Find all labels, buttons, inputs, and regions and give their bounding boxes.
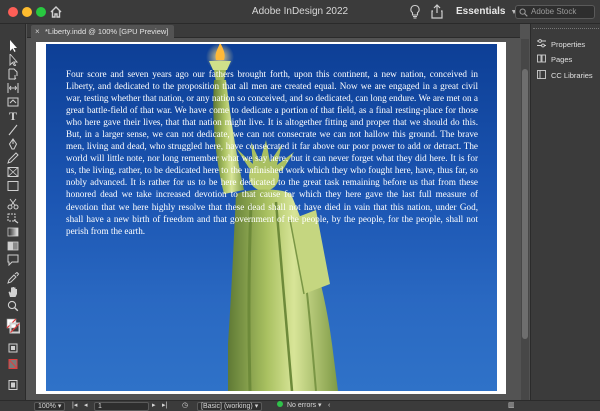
panel-cc-libraries[interactable]: CC Libraries	[537, 70, 593, 82]
line-tool-icon[interactable]	[6, 124, 20, 136]
gap-tool-icon[interactable]	[6, 82, 20, 94]
scrollbar-thumb[interactable]	[522, 69, 528, 339]
preflight-status-label: No errors	[287, 402, 317, 409]
direct-selection-tool-icon[interactable]	[6, 54, 20, 66]
document-tab-bar: × *Liberty.indd @ 100% [GPU Preview]	[27, 24, 520, 38]
search-placeholder: Adobe Stock	[531, 7, 577, 16]
cc-libraries-icon	[537, 70, 546, 79]
content-collector-tool-icon[interactable]	[6, 96, 20, 108]
gradient-swatch-tool-icon[interactable]	[6, 226, 20, 238]
vertical-scrollbar[interactable]	[521, 39, 529, 400]
preflight-options-icon[interactable]: ▾	[318, 401, 322, 411]
rectangle-tool-icon[interactable]	[6, 180, 20, 192]
page-tool-icon[interactable]	[6, 68, 20, 80]
zoom-level-value: 100%	[38, 403, 56, 410]
next-page-icon[interactable]: ▸	[152, 401, 156, 411]
normal-mode-button[interactable]	[6, 358, 20, 370]
page-number-field[interactable]: 1	[94, 402, 149, 411]
preflight-status[interactable]: No errors	[277, 401, 316, 411]
preflight-profile-value: [Basic] (working)	[201, 403, 253, 410]
pen-tool-icon[interactable]	[6, 138, 20, 150]
selection-tool-icon[interactable]	[6, 40, 20, 52]
zoom-level-field[interactable]: 100% ▾	[34, 402, 66, 411]
statue-of-liberty-image[interactable]: Four score and seven years ago our fathe…	[46, 44, 497, 391]
document-tab-label: *Liberty.indd @ 100% [GPU Preview]	[45, 27, 169, 36]
status-bar: 100% ▾ |◂ ◂ 1 ▸ ▸| ◷ [Basic] (working) ▾…	[0, 400, 600, 411]
adobe-stock-search[interactable]: Adobe Stock	[515, 5, 595, 19]
close-window-button[interactable]	[8, 7, 18, 17]
body-text-frame[interactable]: Four score and seven years ago our fathe…	[66, 68, 478, 237]
status-ok-icon	[277, 401, 283, 407]
pasteboard[interactable]: Four score and seven years ago our fathe…	[27, 39, 520, 400]
tools-panel: T	[0, 24, 26, 400]
workspace-label: Essentials	[456, 6, 506, 17]
title-bar: Adobe InDesign 2022 Essentials ▼ Adobe St…	[0, 0, 600, 24]
gradient-feather-tool-icon[interactable]	[6, 240, 20, 252]
close-tab-icon[interactable]: ×	[35, 25, 40, 38]
preflight-profile-field[interactable]: [Basic] (working) ▾	[197, 402, 263, 411]
panel-dock: Properties Pages CC Libraries	[530, 24, 600, 400]
free-transform-tool-icon[interactable]	[6, 212, 20, 224]
preflight-menu-icon[interactable]: ◷	[182, 401, 188, 411]
lightbulb-icon[interactable]	[409, 4, 421, 20]
apply-color-button[interactable]	[6, 342, 20, 354]
search-icon	[519, 8, 528, 17]
horizontal-scroll-left-icon[interactable]: ‹	[328, 401, 330, 411]
fill-stroke-swatch[interactable]	[6, 318, 20, 336]
panel-pages-label: Pages	[551, 55, 573, 64]
pages-icon	[537, 54, 546, 63]
rectangle-frame-tool-icon[interactable]	[6, 166, 20, 178]
zoom-tool-icon[interactable]	[6, 300, 20, 312]
panel-pages[interactable]: Pages	[537, 54, 572, 66]
split-window-icon[interactable]: ▥	[508, 401, 515, 411]
properties-icon	[537, 39, 546, 48]
pencil-tool-icon[interactable]	[6, 152, 20, 164]
type-tool-icon[interactable]: T	[6, 110, 20, 122]
chevron-down-icon: ▾	[254, 403, 259, 410]
panel-properties[interactable]: Properties	[537, 39, 585, 51]
share-icon[interactable]	[430, 4, 444, 19]
eyedropper-tool-icon[interactable]	[6, 272, 20, 284]
dock-grip[interactable]	[533, 28, 599, 31]
first-page-icon[interactable]: |◂	[72, 401, 77, 411]
scissors-tool-icon[interactable]	[6, 198, 20, 210]
page-number-value: 1	[98, 403, 102, 410]
document-tab[interactable]: × *Liberty.indd @ 100% [GPU Preview]	[31, 25, 175, 38]
maximize-window-button[interactable]	[36, 7, 46, 17]
panel-properties-label: Properties	[551, 40, 586, 49]
workspace-switcher[interactable]: Essentials ▼	[456, 6, 517, 17]
last-page-icon[interactable]: ▸|	[162, 401, 167, 411]
document-page[interactable]: Four score and seven years ago our fathe…	[36, 42, 506, 394]
note-tool-icon[interactable]	[6, 254, 20, 266]
home-icon[interactable]	[49, 5, 63, 19]
previous-page-icon[interactable]: ◂	[84, 401, 88, 411]
preview-mode-button[interactable]	[6, 379, 20, 391]
hand-tool-icon[interactable]	[6, 286, 20, 298]
chevron-down-icon: ▾	[57, 403, 62, 410]
panel-cc-libraries-label: CC Libraries	[551, 71, 593, 80]
minimize-window-button[interactable]	[22, 7, 32, 17]
